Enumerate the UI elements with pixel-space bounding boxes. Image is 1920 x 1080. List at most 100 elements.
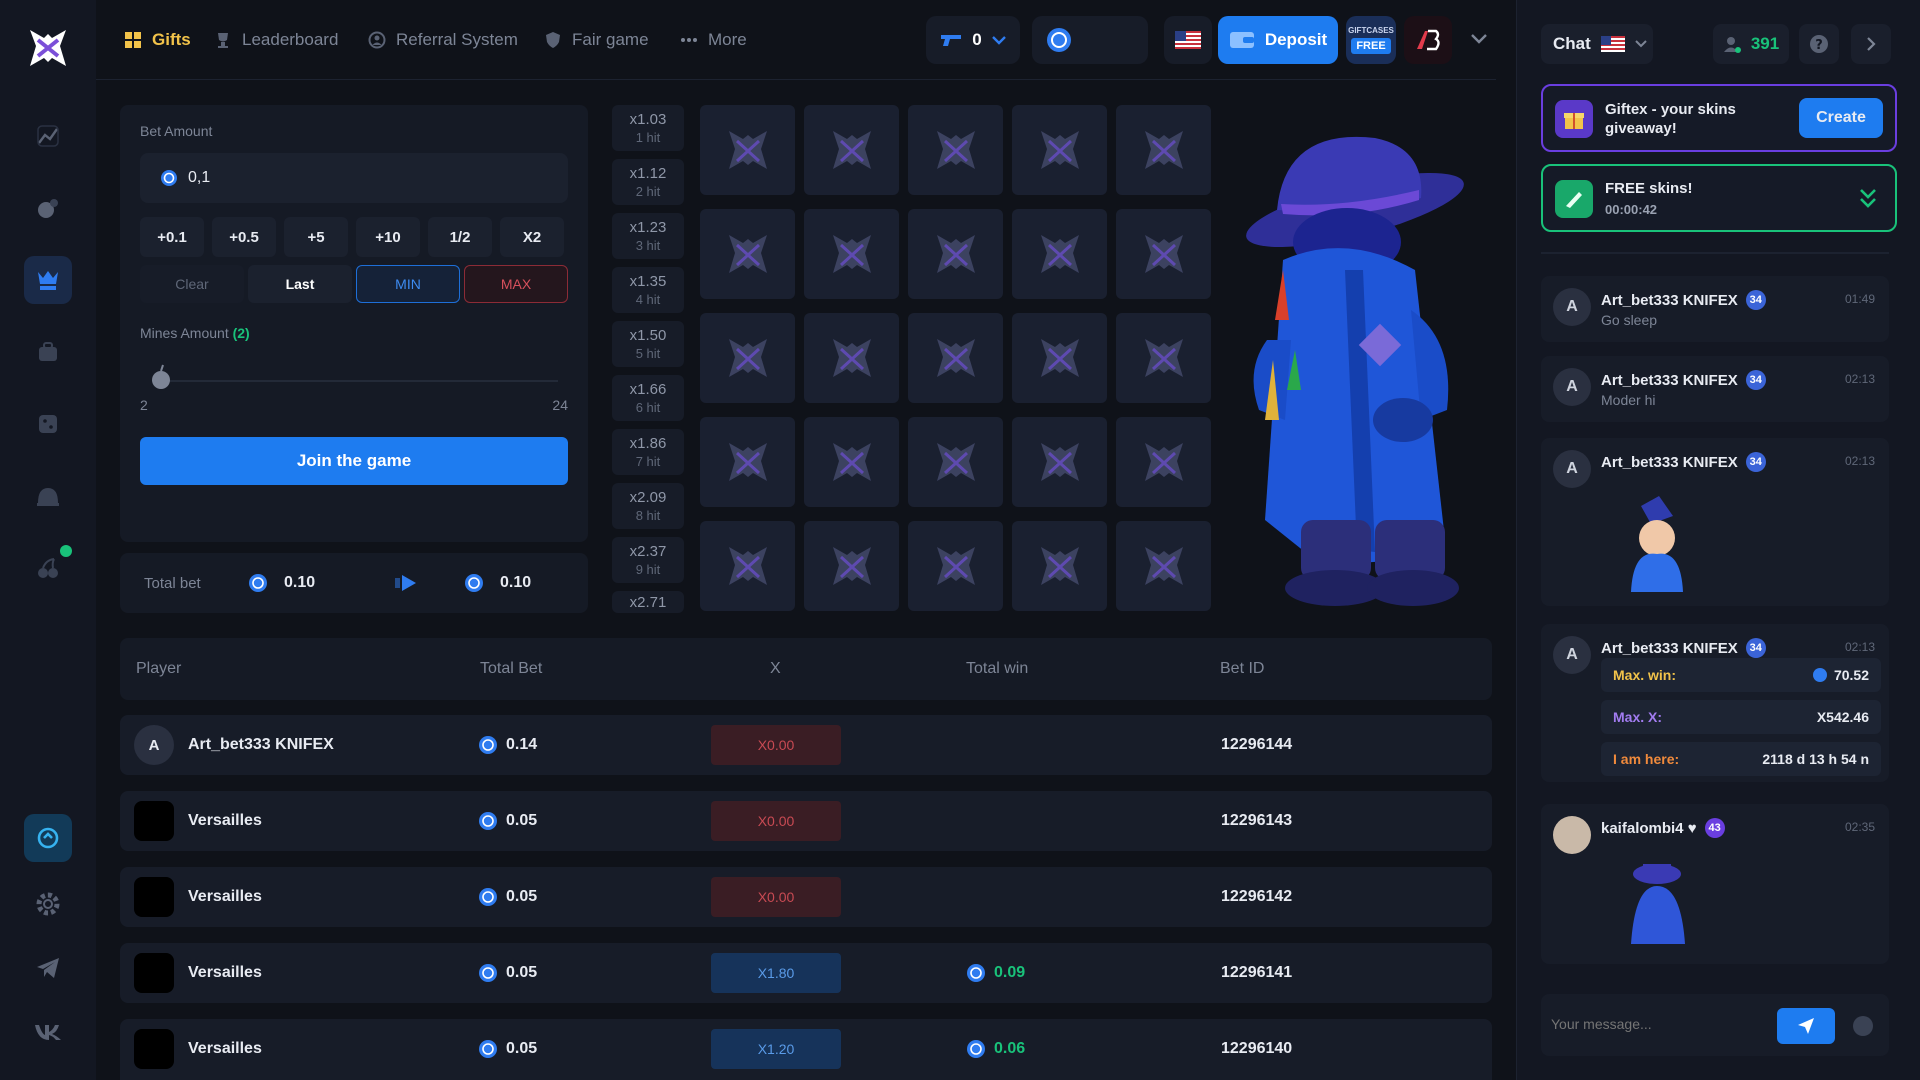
free-skins-card[interactable]: FREE skins! 00:00:42	[1541, 164, 1897, 232]
telegram-icon[interactable]	[24, 944, 72, 992]
table-row[interactable]: A Art_bet333 KNIFEX 0.14 X0.00 12296144	[120, 715, 1492, 775]
help-button[interactable]: ?	[1799, 24, 1839, 64]
mine-tile[interactable]	[700, 521, 795, 611]
mine-tile[interactable]	[1116, 521, 1211, 611]
mine-tile[interactable]	[1116, 313, 1211, 403]
gear-icon[interactable]	[24, 880, 72, 928]
coin-icon	[161, 170, 177, 186]
chip-plus-0-5[interactable]: +0.5	[212, 217, 276, 257]
mines-game-icon[interactable]	[24, 256, 72, 304]
table-row[interactable]: Versailles 0.05 X1.80 0.09 12296141	[120, 943, 1492, 1003]
mine-tile[interactable]	[804, 105, 899, 195]
min-button[interactable]: MIN	[356, 265, 460, 303]
balance-selector[interactable]: 0	[926, 16, 1020, 64]
left-rail	[0, 0, 96, 1080]
max-button[interactable]: MAX	[464, 265, 568, 303]
coin-icon	[479, 736, 497, 754]
row-bet: 0.14	[478, 715, 537, 775]
table-row[interactable]: Versailles 0.05 X0.00 12296142	[120, 867, 1492, 927]
mine-tile[interactable]	[804, 313, 899, 403]
create-giveaway-button[interactable]: Create	[1799, 98, 1883, 138]
mines-slider-track[interactable]	[160, 380, 558, 382]
site-logo-icon[interactable]	[24, 24, 72, 72]
table-row[interactable]: Versailles 0.05 X0.00 12296143	[120, 791, 1492, 851]
deposit-button[interactable]: Deposit	[1218, 16, 1338, 64]
nav-gifts[interactable]: Gifts	[124, 26, 191, 54]
chip-plus-10[interactable]: +10	[356, 217, 420, 257]
mine-tile[interactable]	[804, 209, 899, 299]
mine-tile[interactable]	[908, 417, 1003, 507]
chat-language-selector[interactable]: Chat	[1541, 24, 1653, 64]
mine-tile[interactable]	[1116, 105, 1211, 195]
vk-icon[interactable]	[24, 1008, 72, 1056]
mine-tile[interactable]	[1012, 105, 1107, 195]
mine-tile[interactable]	[908, 105, 1003, 195]
helmet-icon[interactable]	[24, 472, 72, 520]
nav-referral[interactable]: Referral System	[368, 26, 518, 54]
total-bet-label: Total bet	[144, 574, 201, 592]
nav-leaderboard[interactable]: Leaderboard	[214, 26, 338, 54]
refresh-icon[interactable]	[24, 814, 72, 862]
crossed-swords-icon	[1040, 443, 1079, 481]
user-online-icon	[1723, 37, 1741, 53]
player-avatar	[134, 1019, 174, 1079]
mine-tile[interactable]	[700, 105, 795, 195]
row-win: 0.06	[966, 1019, 1025, 1079]
chat-message: A Art_bet333 KNIFEX 34 02:13 Max. win: 70…	[1541, 624, 1889, 782]
mine-tile[interactable]	[700, 417, 795, 507]
chat-avatar	[1553, 816, 1591, 854]
roulette-icon[interactable]	[24, 184, 72, 232]
send-button[interactable]	[1777, 1008, 1835, 1044]
bomb-slider-handle-icon[interactable]	[150, 363, 172, 391]
last-button[interactable]: Last	[248, 265, 352, 303]
chat-divider	[1541, 252, 1889, 254]
slider-max-label: 24	[552, 397, 568, 413]
chat-message: A Art_bet333 KNIFEX 34 02:13	[1541, 438, 1889, 606]
join-game-button[interactable]: Join the game	[140, 437, 568, 485]
mine-tile[interactable]	[804, 417, 899, 507]
language-flag[interactable]	[1164, 16, 1212, 64]
multiplier-item: x1.23 3 hit	[612, 213, 684, 259]
mine-tile[interactable]	[908, 209, 1003, 299]
mine-tile[interactable]	[804, 521, 899, 611]
profile-chevron-icon[interactable]	[1471, 34, 1487, 44]
mine-tile[interactable]	[1012, 521, 1107, 611]
mine-tile[interactable]	[700, 209, 795, 299]
giftcases-free-badge[interactable]: GIFTCASES FREE	[1346, 16, 1396, 64]
user-avatar[interactable]	[1404, 16, 1452, 64]
chip-half[interactable]: 1/2	[428, 217, 492, 257]
currency-wallet[interactable]	[1032, 16, 1148, 64]
chat-message: kaifalombi4 ♥ 43 02:35	[1541, 804, 1889, 964]
giveaway-card[interactable]: Giftex - your skins giveaway! Create	[1541, 84, 1897, 152]
nav-fair-game[interactable]: Fair game	[544, 26, 649, 54]
emoji-icon[interactable]	[1853, 1016, 1873, 1036]
multiplier-item: x1.03 1 hit	[612, 105, 684, 151]
table-row[interactable]: Versailles 0.05 X1.20 0.06 12296140	[120, 1019, 1492, 1080]
us-flag-icon	[1600, 36, 1625, 52]
mine-tile[interactable]	[908, 313, 1003, 403]
cases-icon[interactable]	[24, 328, 72, 376]
chevron-right-icon	[1867, 37, 1876, 51]
gift-grid-icon	[125, 32, 141, 48]
coin-icon	[479, 888, 497, 906]
chip-plus-0-1[interactable]: +0.1	[140, 217, 204, 257]
bet-amount-input[interactable]: 0,1	[140, 153, 568, 203]
chip-double[interactable]: X2	[500, 217, 564, 257]
chat-message-input[interactable]	[1551, 1004, 1771, 1044]
collapse-chat-button[interactable]	[1851, 24, 1891, 64]
mine-tile[interactable]	[1116, 417, 1211, 507]
mine-tile[interactable]	[1116, 209, 1211, 299]
chip-plus-5[interactable]: +5	[284, 217, 348, 257]
clear-button[interactable]: Clear	[140, 265, 244, 303]
nav-more[interactable]: More	[680, 26, 747, 54]
mine-tile[interactable]	[1012, 209, 1107, 299]
mine-tile[interactable]	[908, 521, 1003, 611]
total-bet-value: 0.10	[284, 574, 316, 591]
pistol-icon	[941, 35, 962, 46]
mine-tile[interactable]	[700, 313, 795, 403]
mine-tile[interactable]	[1012, 417, 1107, 507]
dice-icon[interactable]	[24, 400, 72, 448]
crash-game-icon[interactable]	[24, 112, 72, 160]
chat-avatar: A	[1553, 450, 1591, 488]
mine-tile[interactable]	[1012, 313, 1107, 403]
